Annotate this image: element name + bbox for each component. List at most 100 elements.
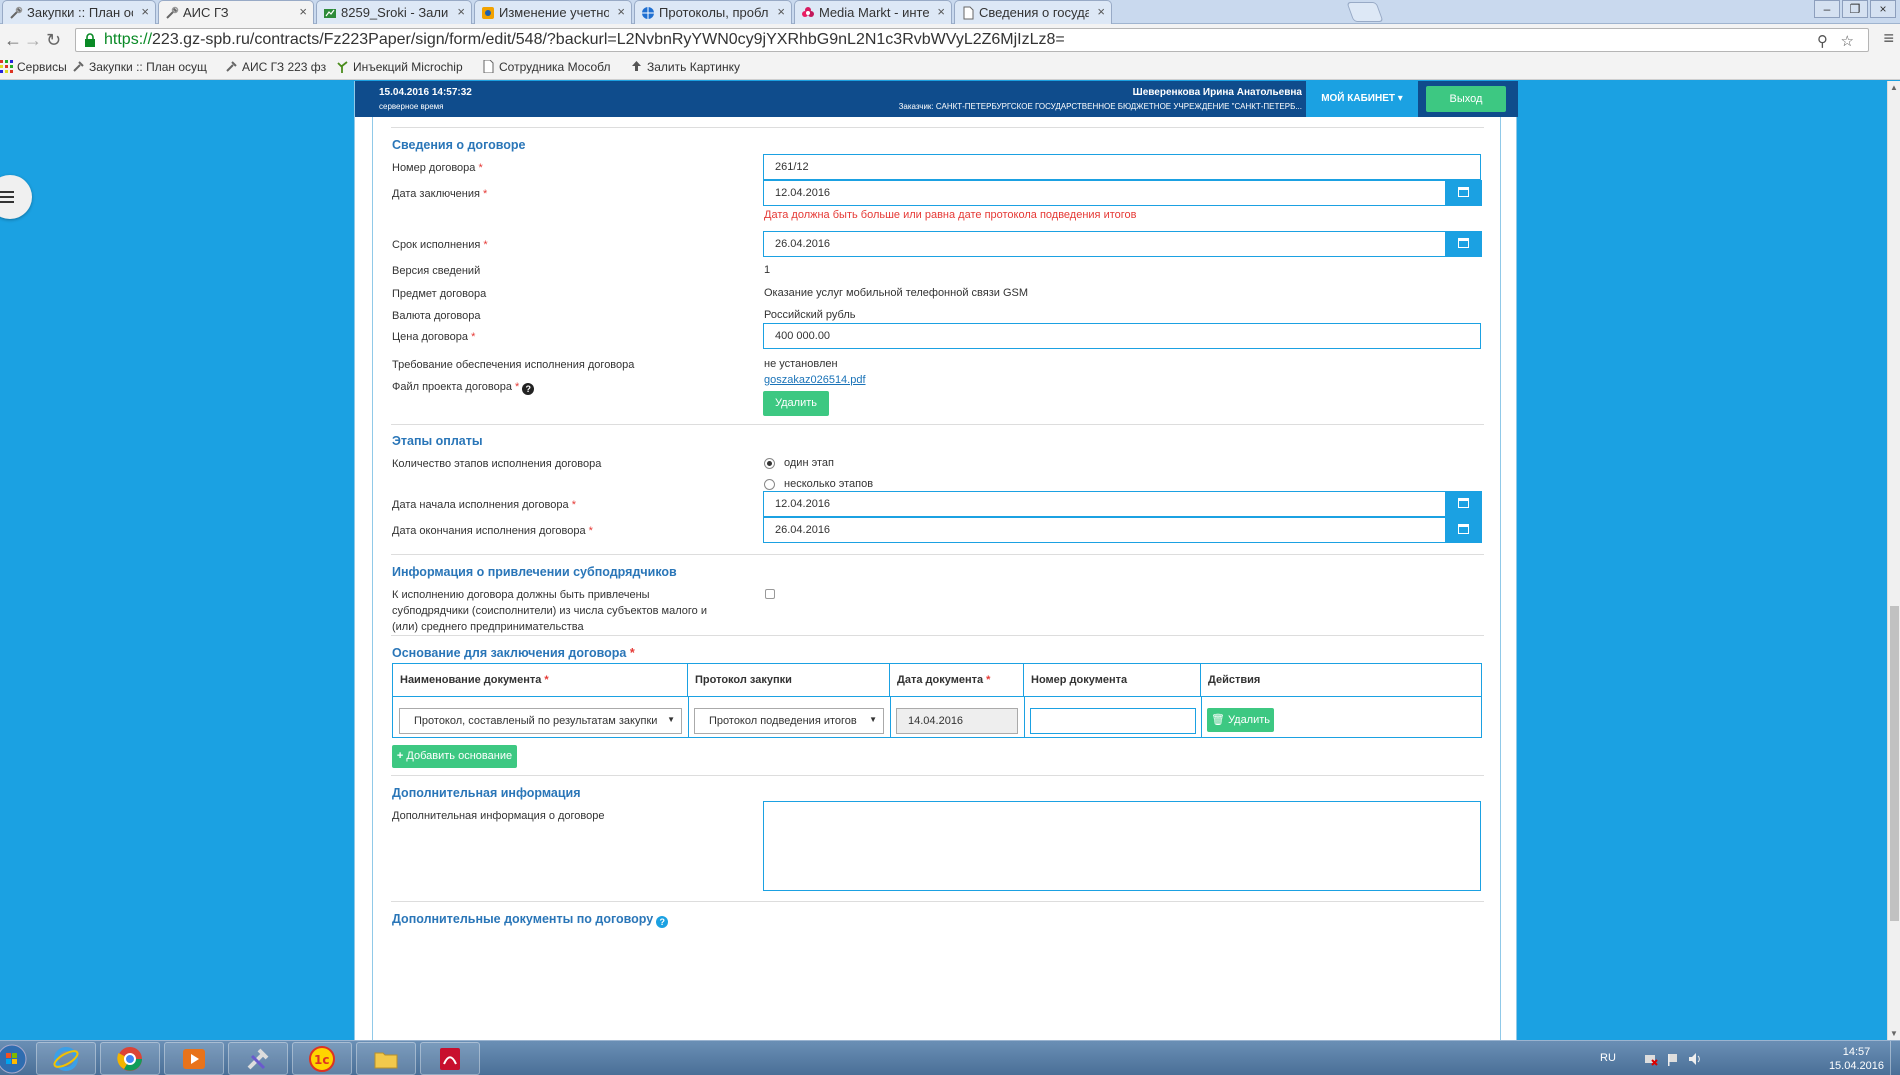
delete-file-button[interactable]: Удалить [763,391,829,416]
close-icon[interactable]: × [617,4,625,19]
calendar-button[interactable] [1446,180,1482,206]
radio-many-stages[interactable] [764,479,775,490]
close-icon[interactable]: × [299,4,307,19]
end-date-input[interactable]: 26.04.2016 [763,517,1446,543]
bookmark-microchip[interactable]: Инъекций Microchip [336,60,463,74]
currency-value: Российский рубль [764,309,856,321]
minimize-icon[interactable]: – [1814,0,1840,18]
exit-button[interactable]: Выход [1426,86,1506,112]
bookmarks-bar: Сервисы Закупки :: План осущ АИС ГЗ 223 … [0,56,1900,80]
tab-label: Изменение учетной запис [499,5,609,20]
taskbar-chrome[interactable] [100,1042,160,1075]
bookmark-label: Сервисы [17,60,67,74]
radio-one-stage[interactable] [764,458,775,469]
tab-label: Сведения о государствен [979,5,1089,20]
bookmark-zakupki[interactable]: Закупки :: План осущ [72,60,207,74]
bookmark-label: АИС ГЗ 223 фз [242,60,327,74]
section-title-subcontract: Информация о привлечении субподрядчиков [392,565,677,579]
volume-icon[interactable] [1688,1052,1702,1066]
bookmark-label: Сотрудника Мособл [499,60,611,74]
scroll-down-icon[interactable]: ▼ [1890,1029,1898,1038]
document-number-input[interactable] [1030,708,1196,734]
term-label: Срок исполнения * [392,239,488,251]
taskbar-explorer[interactable] [356,1042,416,1075]
conclusion-date-error: Дата должна быть больше или равна дате п… [764,209,1137,221]
taskbar-pdf[interactable] [420,1042,480,1075]
close-icon[interactable]: × [457,4,465,19]
back-icon[interactable]: ← [4,30,22,50]
bookmark-ais-gz[interactable]: АИС ГЗ 223 фз [225,60,326,74]
taskbar-ie[interactable] [36,1042,96,1075]
pdf-reader-icon [440,1048,460,1070]
media-player-icon [183,1049,205,1069]
zoom-icon[interactable]: ⚲ [1817,32,1828,50]
my-cabinet-button[interactable]: МОЙ КАБИНЕТ ▾ [1306,81,1418,117]
network-icon[interactable] [1644,1052,1658,1066]
close-icon[interactable]: × [937,4,945,19]
side-menu-button[interactable] [0,175,32,219]
additional-info-textarea[interactable] [763,801,1481,891]
tab-label: Протоколы, проблема пр [659,5,769,20]
windows-start-icon[interactable] [0,1042,30,1075]
divider [391,635,1484,636]
select-value: Протокол подведения итогов [709,715,857,727]
price-input[interactable]: 400 000.00 [763,323,1481,349]
taskbar-media-player[interactable] [164,1042,224,1075]
tab-ais-gz[interactable]: АИС ГЗ × [158,0,314,24]
help-icon[interactable]: ? [522,383,535,395]
divider [391,775,1484,776]
reload-icon[interactable]: ↻ [46,30,61,50]
conclusion-date-input[interactable]: 12.04.2016 [763,180,1446,206]
close-icon[interactable]: × [1097,4,1105,19]
calendar-button[interactable] [1446,491,1482,517]
plant-icon [337,61,348,73]
tab-zakupki[interactable]: Закупки :: План осуществл × [2,0,156,24]
subcontract-checkbox[interactable] [765,589,775,599]
delete-basis-button[interactable]: 🗑 Удалить [1207,708,1274,732]
calendar-button[interactable] [1446,231,1482,257]
taskbar-1c[interactable]: 1c [292,1042,352,1075]
dropdown-arrow-icon: ▼ [667,715,675,724]
contract-number-input[interactable]: 261/12 [763,154,1481,180]
tab-mediamarkt[interactable]: Media Markt - интернет-м × [794,0,952,24]
add-basis-button[interactable]: + Добавить основание [392,745,517,768]
page-scrollbar[interactable]: ▲ ▼ [1887,81,1900,1040]
folder-icon [374,1052,398,1069]
start-date-input[interactable]: 12.04.2016 [763,491,1446,517]
document-name-select[interactable]: Протокол, составленый по результатам зак… [399,708,682,734]
close-window-icon[interactable]: × [1870,0,1896,18]
contract-file-link[interactable]: goszakaz026514.pdf [764,374,866,386]
show-desktop-button[interactable] [1890,1041,1900,1075]
protocol-select[interactable]: Протокол подведения итогов ▼ [694,708,884,734]
subject-value: Оказание услуг мобильной телефонной связ… [764,287,1029,299]
tab-sroki[interactable]: 8259_Sroki - Заливка удал × [316,0,472,24]
language-indicator[interactable]: RU [1600,1052,1616,1064]
column-header: Действия [1208,674,1261,686]
lock-icon [85,33,95,47]
bookmark-services[interactable]: Сервисы [0,60,67,74]
scroll-up-icon[interactable]: ▲ [1890,83,1898,92]
help-icon[interactable]: ? [656,916,669,928]
dropdown-arrow-icon: ▼ [869,715,877,724]
calendar-button[interactable] [1446,517,1482,543]
scrollbar-thumb[interactable] [1890,606,1899,921]
term-input[interactable]: 26.04.2016 [763,231,1446,257]
tab-svedeniya[interactable]: Сведения о государствен × [954,0,1112,24]
bookmark-mosobl[interactable]: Сотрудника Мособл [482,60,611,74]
restore-icon[interactable]: ❐ [1842,0,1868,18]
forward-icon[interactable]: → [24,30,42,50]
close-icon[interactable]: × [777,4,785,19]
menu-icon[interactable]: ≡ [1883,28,1894,49]
star-icon[interactable]: ☆ [1841,32,1854,50]
clock[interactable]: 14:57 15.04.2016 [1829,1045,1884,1073]
flag-icon[interactable] [1666,1052,1680,1066]
bookmark-upload-image[interactable]: Залить Картинку [630,60,740,74]
close-icon[interactable]: × [141,4,149,19]
address-bar[interactable]: https://223.gz-spb.ru/contracts/Fz223Pap… [75,28,1869,52]
new-tab-button[interactable] [1346,2,1384,22]
add-basis-label: Добавить основание [406,750,513,762]
taskbar-tools[interactable] [228,1042,288,1075]
table-row-divider [393,696,1481,697]
tab-account[interactable]: Изменение учетной запис × [474,0,632,24]
tab-protocols[interactable]: Протоколы, проблема пр × [634,0,792,24]
